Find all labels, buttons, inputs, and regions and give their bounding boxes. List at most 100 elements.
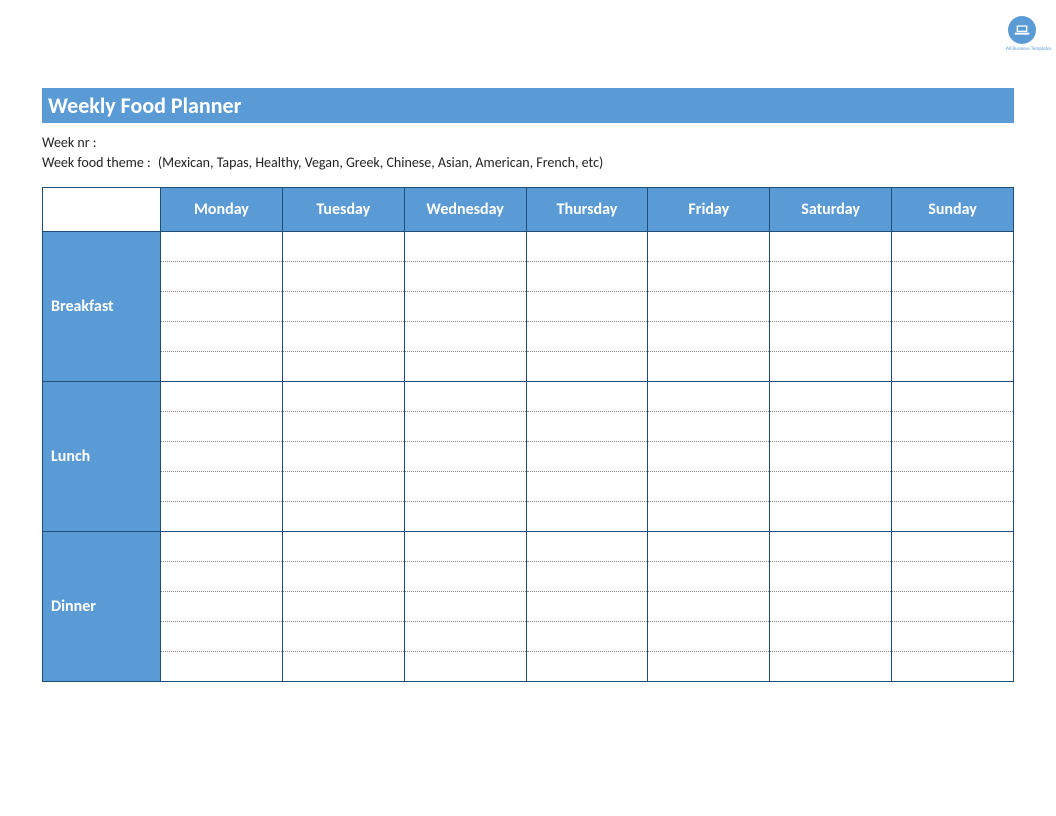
- slot-line[interactable]: [283, 622, 404, 652]
- slot-line[interactable]: [892, 382, 1013, 412]
- slot-line[interactable]: [405, 262, 526, 292]
- slot-line[interactable]: [283, 502, 404, 531]
- slot-breakfast-tuesday[interactable]: [282, 232, 404, 382]
- slot-line[interactable]: [405, 472, 526, 502]
- slot-line[interactable]: [892, 232, 1013, 262]
- slot-line[interactable]: [405, 562, 526, 592]
- slot-line[interactable]: [770, 652, 891, 681]
- slot-line[interactable]: [161, 412, 282, 442]
- slot-line[interactable]: [648, 232, 769, 262]
- slot-line[interactable]: [527, 562, 648, 592]
- slot-line[interactable]: [161, 442, 282, 472]
- slot-line[interactable]: [527, 592, 648, 622]
- slot-line[interactable]: [648, 502, 769, 531]
- slot-line[interactable]: [405, 322, 526, 352]
- slot-line[interactable]: [161, 622, 282, 652]
- slot-line[interactable]: [161, 502, 282, 531]
- slot-lunch-thursday[interactable]: [526, 382, 648, 532]
- slot-line[interactable]: [770, 442, 891, 472]
- slot-line[interactable]: [892, 352, 1013, 381]
- slot-line[interactable]: [892, 412, 1013, 442]
- slot-line[interactable]: [527, 322, 648, 352]
- slot-dinner-monday[interactable]: [161, 532, 283, 682]
- slot-line[interactable]: [770, 502, 891, 531]
- slot-line[interactable]: [161, 562, 282, 592]
- slot-breakfast-thursday[interactable]: [526, 232, 648, 382]
- slot-line[interactable]: [648, 262, 769, 292]
- slot-line[interactable]: [770, 622, 891, 652]
- slot-line[interactable]: [648, 592, 769, 622]
- slot-line[interactable]: [283, 562, 404, 592]
- slot-line[interactable]: [648, 532, 769, 562]
- slot-lunch-friday[interactable]: [648, 382, 770, 532]
- slot-line[interactable]: [161, 382, 282, 412]
- slot-line[interactable]: [892, 322, 1013, 352]
- slot-breakfast-monday[interactable]: [161, 232, 283, 382]
- slot-line[interactable]: [161, 532, 282, 562]
- slot-line[interactable]: [648, 382, 769, 412]
- slot-breakfast-friday[interactable]: [648, 232, 770, 382]
- slot-line[interactable]: [283, 472, 404, 502]
- slot-line[interactable]: [770, 592, 891, 622]
- slot-line[interactable]: [161, 352, 282, 381]
- slot-line[interactable]: [527, 262, 648, 292]
- slot-line[interactable]: [892, 652, 1013, 681]
- slot-line[interactable]: [405, 232, 526, 262]
- slot-line[interactable]: [648, 292, 769, 322]
- slot-line[interactable]: [283, 532, 404, 562]
- slot-dinner-tuesday[interactable]: [282, 532, 404, 682]
- slot-line[interactable]: [770, 532, 891, 562]
- slot-line[interactable]: [527, 382, 648, 412]
- slot-line[interactable]: [892, 592, 1013, 622]
- slot-line[interactable]: [283, 442, 404, 472]
- slot-line[interactable]: [161, 592, 282, 622]
- slot-lunch-sunday[interactable]: [892, 382, 1014, 532]
- slot-line[interactable]: [527, 412, 648, 442]
- slot-line[interactable]: [283, 352, 404, 381]
- slot-line[interactable]: [405, 352, 526, 381]
- slot-line[interactable]: [161, 232, 282, 262]
- slot-line[interactable]: [283, 382, 404, 412]
- slot-line[interactable]: [892, 262, 1013, 292]
- slot-line[interactable]: [161, 472, 282, 502]
- slot-breakfast-sunday[interactable]: [892, 232, 1014, 382]
- slot-line[interactable]: [161, 322, 282, 352]
- slot-line[interactable]: [770, 232, 891, 262]
- slot-line[interactable]: [283, 412, 404, 442]
- slot-line[interactable]: [648, 562, 769, 592]
- slot-breakfast-saturday[interactable]: [770, 232, 892, 382]
- slot-line[interactable]: [648, 352, 769, 381]
- slot-line[interactable]: [527, 352, 648, 381]
- slot-line[interactable]: [405, 532, 526, 562]
- slot-dinner-saturday[interactable]: [770, 532, 892, 682]
- slot-line[interactable]: [405, 622, 526, 652]
- slot-dinner-thursday[interactable]: [526, 532, 648, 682]
- slot-line[interactable]: [527, 442, 648, 472]
- slot-lunch-tuesday[interactable]: [282, 382, 404, 532]
- slot-line[interactable]: [770, 382, 891, 412]
- slot-line[interactable]: [527, 532, 648, 562]
- slot-line[interactable]: [405, 292, 526, 322]
- slot-line[interactable]: [405, 652, 526, 681]
- slot-line[interactable]: [770, 322, 891, 352]
- slot-dinner-sunday[interactable]: [892, 532, 1014, 682]
- slot-line[interactable]: [161, 292, 282, 322]
- slot-line[interactable]: [770, 412, 891, 442]
- slot-line[interactable]: [161, 262, 282, 292]
- slot-dinner-friday[interactable]: [648, 532, 770, 682]
- slot-line[interactable]: [283, 592, 404, 622]
- slot-line[interactable]: [405, 412, 526, 442]
- slot-line[interactable]: [405, 442, 526, 472]
- slot-line[interactable]: [283, 232, 404, 262]
- slot-line[interactable]: [648, 622, 769, 652]
- slot-line[interactable]: [770, 472, 891, 502]
- slot-line[interactable]: [527, 622, 648, 652]
- slot-line[interactable]: [527, 472, 648, 502]
- slot-lunch-saturday[interactable]: [770, 382, 892, 532]
- slot-line[interactable]: [527, 292, 648, 322]
- slot-line[interactable]: [527, 232, 648, 262]
- slot-line[interactable]: [892, 502, 1013, 531]
- slot-line[interactable]: [648, 652, 769, 681]
- slot-line[interactable]: [283, 652, 404, 681]
- slot-lunch-wednesday[interactable]: [404, 382, 526, 532]
